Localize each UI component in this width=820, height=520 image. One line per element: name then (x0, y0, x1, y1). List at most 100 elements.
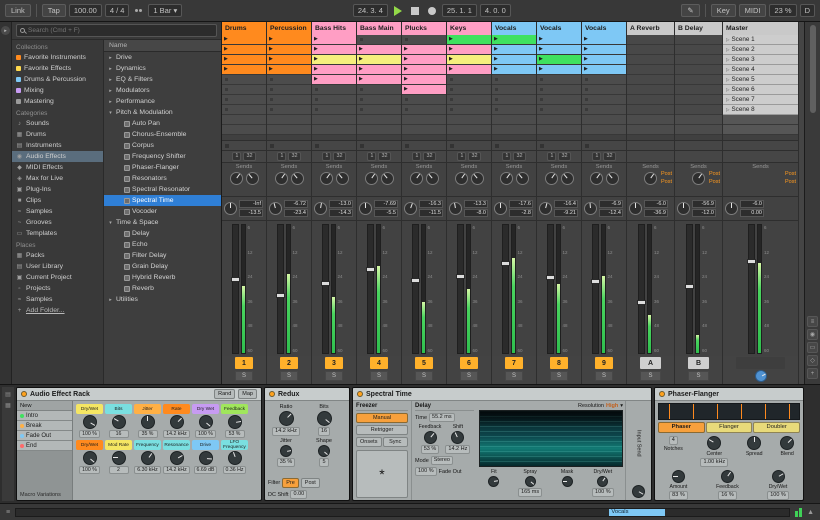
sidebar-item-favorite-effects[interactable]: Favorite Effects (12, 63, 103, 74)
clip-chip[interactable]: Vocals (609, 509, 665, 516)
sidebar-item-clips[interactable]: ■Clips (12, 195, 103, 206)
clip-slot[interactable] (627, 105, 674, 115)
stop-all-row[interactable] (492, 141, 536, 151)
sidebar-item-current-project[interactable]: ▣Current Project (12, 272, 103, 283)
track-activator[interactable]: 6 (460, 357, 478, 369)
track-header[interactable]: Bass Main (357, 22, 401, 35)
browser-toggle-icon[interactable]: ▸ (1, 26, 10, 35)
param-value[interactable]: 14.2 kHz (272, 427, 300, 436)
macro-knob[interactable] (170, 415, 184, 429)
feedback-knob[interactable] (424, 431, 437, 444)
sidebar-item-audio-effects[interactable]: ◉Audio Effects (12, 151, 103, 162)
scene-slot[interactable]: ▷Scene 3 (723, 55, 798, 65)
send-knob[interactable] (500, 172, 513, 185)
clip-slot[interactable] (492, 105, 536, 115)
send-knob[interactable] (644, 172, 657, 185)
fader-handle[interactable] (456, 274, 465, 279)
tree-item-delay[interactable]: Delay (104, 228, 221, 239)
clip-slot[interactable] (627, 95, 674, 105)
record-button[interactable] (428, 7, 436, 15)
track-activator[interactable]: 1 (235, 357, 253, 369)
solo-button[interactable]: S (415, 371, 433, 381)
track-activator[interactable]: 8 (550, 357, 568, 369)
draw-mode-icon[interactable]: ✎ (681, 4, 699, 17)
pan-knob[interactable] (584, 202, 597, 215)
stop-all-row[interactable] (267, 141, 311, 151)
macro-value[interactable]: 16 (109, 430, 129, 438)
volume-display[interactable]: -11.5 (419, 209, 443, 217)
stop-all-row[interactable] (675, 141, 722, 151)
param-knob[interactable] (562, 476, 573, 487)
param-value[interactable]: 83 % (669, 491, 688, 500)
clip-slot[interactable]: ▶ (537, 35, 581, 45)
param-knob[interactable] (488, 476, 499, 487)
tree-item-reverb[interactable]: Reverb (104, 283, 221, 294)
clip-slot[interactable]: ▶ (357, 75, 401, 85)
clip-slot[interactable] (267, 75, 311, 85)
peak-display[interactable]: -6.0 (740, 200, 764, 208)
peak-display[interactable]: -6.9 (599, 200, 623, 208)
sidebar-item-max-for-live[interactable]: ◈Max for Live (12, 173, 103, 184)
notches-value[interactable]: 4 (669, 436, 678, 445)
sidebar-item-drums-percussion[interactable]: Drums & Percussion (12, 74, 103, 85)
track-activator[interactable]: 7 (505, 357, 523, 369)
sidebar-item-mastering[interactable]: Mastering (12, 96, 103, 107)
clip-slot[interactable] (267, 95, 311, 105)
sidebar-item-packs[interactable]: ▦Packs (12, 250, 103, 261)
volume-fader[interactable] (686, 224, 693, 354)
clip-slot[interactable] (675, 85, 722, 95)
onsets-menu[interactable]: Onsets (356, 437, 382, 447)
macro-value[interactable]: 0.36 Hz (223, 466, 247, 474)
link-button[interactable]: Link (5, 4, 31, 17)
scene-slot[interactable]: ▷Scene 8 (723, 105, 798, 115)
volume-fader[interactable] (412, 224, 419, 354)
tree-item-filter-delay[interactable]: Filter Delay (104, 250, 221, 261)
show-crossfader-icon[interactable]: + (807, 368, 818, 379)
sidebar-item-samples[interactable]: ≈Samples (12, 294, 103, 305)
tree-item-performance[interactable]: ▸Performance (104, 96, 221, 107)
send-knob[interactable] (381, 172, 394, 185)
time-value[interactable]: 55.2 ms (429, 413, 455, 422)
volume-display[interactable]: -12.0 (692, 209, 716, 217)
tree-item-corpus[interactable]: Corpus (104, 140, 221, 151)
peak-display[interactable]: -6.0 (644, 200, 668, 208)
send-knob[interactable] (692, 172, 705, 185)
clip-slot[interactable] (222, 75, 266, 85)
volume-fader[interactable] (547, 224, 554, 354)
track-activator[interactable]: A (640, 357, 661, 369)
clip-slot[interactable] (267, 85, 311, 95)
quantize-chip[interactable]: 1 (502, 152, 511, 161)
tree-item-auto-pan[interactable]: Auto Pan (104, 118, 221, 129)
clip-slot[interactable]: ▶ (312, 35, 356, 45)
clip-slot[interactable] (357, 105, 401, 115)
macro-value[interactable]: 100 % (79, 466, 100, 474)
scene-slot[interactable]: ▷Scene 2 (723, 45, 798, 55)
fader-handle[interactable] (591, 279, 600, 284)
clip-slot[interactable] (537, 95, 581, 105)
fader-handle[interactable] (546, 275, 555, 280)
clip-slot[interactable] (627, 55, 674, 65)
stereo-value[interactable]: 100 % (415, 467, 437, 476)
sidebar-item-add-folder[interactable]: +Add Folder... (12, 305, 103, 316)
tree-item-pitch-modulation[interactable]: ▾Pitch & Modulation (104, 107, 221, 118)
fader-handle[interactable] (685, 284, 694, 289)
macro-knob[interactable] (141, 415, 155, 429)
peak-display[interactable]: -17.6 (509, 200, 533, 208)
clip-slot[interactable] (402, 95, 446, 105)
peak-display[interactable]: -13.3 (464, 200, 488, 208)
filter-post-button[interactable]: Post (301, 478, 320, 488)
clip-slot[interactable]: ▶ (357, 65, 401, 75)
tree-item-eq-filters[interactable]: ▸EQ & Filters (104, 74, 221, 85)
tree-item-phaser-flanger[interactable]: Phaser-Flanger (104, 162, 221, 173)
send-knob[interactable] (471, 172, 484, 185)
scene-slot[interactable]: ▷Scene 4 (723, 65, 798, 75)
pan-knob[interactable] (725, 202, 738, 215)
clip-slot[interactable] (447, 95, 491, 105)
clip-slot[interactable]: ▶ (267, 35, 311, 45)
param-knob[interactable] (279, 411, 294, 426)
clip-slot[interactable]: ▶ (537, 65, 581, 75)
stop-all-row[interactable] (222, 141, 266, 151)
clip-slot[interactable]: ▶ (447, 55, 491, 65)
clip-slot[interactable]: ▶ (222, 45, 266, 55)
param-value[interactable]: 1.00 kHz (700, 458, 728, 467)
